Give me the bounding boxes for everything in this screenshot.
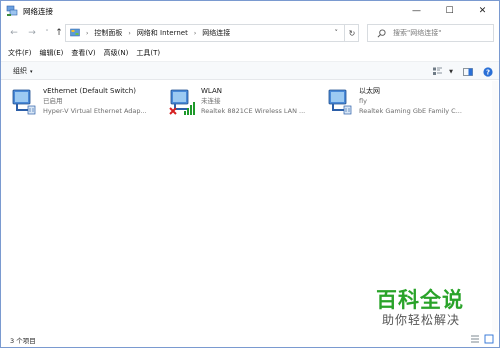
adapter-details: 以太网 fly Realtek Gaming GbE Family C...: [359, 86, 462, 122]
svg-text:?: ?: [486, 68, 490, 76]
up-button[interactable]: ↑: [53, 27, 65, 39]
organize-button[interactable]: 组织 ▾: [13, 66, 33, 76]
organize-label: 组织: [13, 67, 27, 75]
adapter-details: vEthernet (Default Switch) 已启用 Hyper-V V…: [43, 86, 147, 122]
adapter-item-vethernet[interactable]: vEthernet (Default Switch) 已启用 Hyper-V V…: [11, 86, 161, 122]
adapter-status: 已启用: [43, 97, 63, 105]
adapter-name: 以太网: [359, 87, 380, 95]
adapter-name: vEthernet (Default Switch): [43, 87, 136, 95]
chevron-down-icon: ▾: [30, 69, 33, 75]
breadcrumb-control-panel[interactable]: 控制面板: [94, 28, 122, 38]
preview-pane-button[interactable]: [463, 67, 473, 76]
vertical-scrollbar[interactable]: [492, 81, 498, 332]
wireless-adapter-icon: [169, 89, 195, 115]
view-list-icon: [433, 67, 443, 75]
breadcrumb-separator-icon: ›: [128, 29, 131, 37]
chevron-down-icon[interactable]: ▼: [449, 69, 453, 75]
back-button[interactable]: ←: [8, 27, 20, 39]
details-view-icon[interactable]: [470, 334, 480, 344]
network-connections-icon: [6, 5, 18, 16]
breadcrumb-network-internet[interactable]: 网络和 Internet: [137, 28, 188, 38]
status-bar: 3 个项目: [1, 332, 499, 347]
window-title: 网络连接: [23, 6, 53, 16]
command-toolbar: 组织 ▾ ▼ ?: [1, 61, 499, 80]
preview-pane-icon: [463, 67, 473, 76]
breadcrumb-network-connections[interactable]: 网络连接: [202, 28, 230, 38]
adapter-device: Realtek 8821CE Wireless LAN ...: [201, 107, 306, 115]
menu-tools[interactable]: 工具(T): [136, 48, 160, 58]
minimize-button[interactable]: —: [400, 1, 433, 21]
title-bar: 网络连接 — ☐ ✕: [1, 1, 499, 21]
address-bar[interactable]: › 控制面板 › 网络和 Internet › 网络连接 ˅: [65, 24, 359, 42]
breadcrumb-separator-icon: ›: [86, 29, 89, 37]
adapter-device: Realtek Gaming GbE Family C...: [359, 107, 462, 115]
adapter-item-wlan[interactable]: WLAN 未连接 Realtek 8821CE Wireless LAN ...: [169, 86, 319, 122]
menu-view[interactable]: 查看(V): [71, 48, 95, 58]
address-dropdown-icon[interactable]: ˅: [335, 29, 339, 37]
item-count: 3 个项目: [10, 336, 36, 345]
search-icon: [377, 28, 386, 37]
search-box[interactable]: 搜索"网络连接": [367, 24, 494, 42]
change-view-button[interactable]: ▼: [433, 67, 453, 76]
breadcrumb-separator-icon: ›: [193, 29, 197, 37]
help-icon: ?: [483, 66, 493, 77]
watermark-title: 百科全说: [376, 288, 464, 312]
refresh-button[interactable]: ↻: [344, 24, 359, 42]
ethernet-adapter-icon: [328, 89, 352, 115]
status-view-buttons: [470, 334, 494, 344]
menu-advanced[interactable]: 高级(N): [104, 48, 129, 58]
menu-file[interactable]: 文件(F): [8, 48, 32, 58]
adapter-item-ethernet[interactable]: 以太网 fly Realtek Gaming GbE Family C...: [327, 86, 477, 122]
menu-edit[interactable]: 编辑(E): [40, 48, 64, 58]
window-controls: — ☐ ✕: [400, 1, 499, 21]
toolbar-view-controls: ▼ ?: [433, 62, 499, 81]
adapter-status: 未连接: [201, 97, 221, 105]
control-panel-icon: [70, 28, 80, 37]
help-button[interactable]: ?: [483, 66, 493, 77]
large-icons-view-icon[interactable]: [484, 334, 494, 344]
search-input[interactable]: 搜索"网络连接": [393, 28, 441, 38]
watermark-logo: 百科全说 助你轻松解决: [376, 288, 488, 328]
navigation-bar: ← → ˅ ↑ › 控制面板 › 网络和 Internet › 网络连接 ˅ ↻…: [1, 22, 499, 44]
recent-locations-button[interactable]: ˅: [41, 27, 53, 39]
watermark-subtitle: 助你轻松解决: [382, 313, 461, 327]
close-button[interactable]: ✕: [466, 1, 499, 21]
explorer-window: 网络连接 — ☐ ✕ ← → ˅ ↑ › 控制面板 › 网络和 Internet…: [0, 0, 500, 348]
maximize-button[interactable]: ☐: [433, 1, 466, 21]
adapter-details: WLAN 未连接 Realtek 8821CE Wireless LAN ...: [201, 86, 305, 122]
disconnected-x-icon: [169, 107, 177, 115]
adapter-name: WLAN: [201, 87, 223, 95]
adapter-device: Hyper-V Virtual Ethernet Adap...: [43, 107, 147, 115]
forward-button[interactable]: →: [26, 27, 38, 39]
ethernet-adapter-icon: [12, 89, 36, 115]
menu-bar: 文件(F) 编辑(E) 查看(V) 高级(N) 工具(T): [1, 46, 160, 60]
adapter-status: fly: [359, 97, 367, 105]
